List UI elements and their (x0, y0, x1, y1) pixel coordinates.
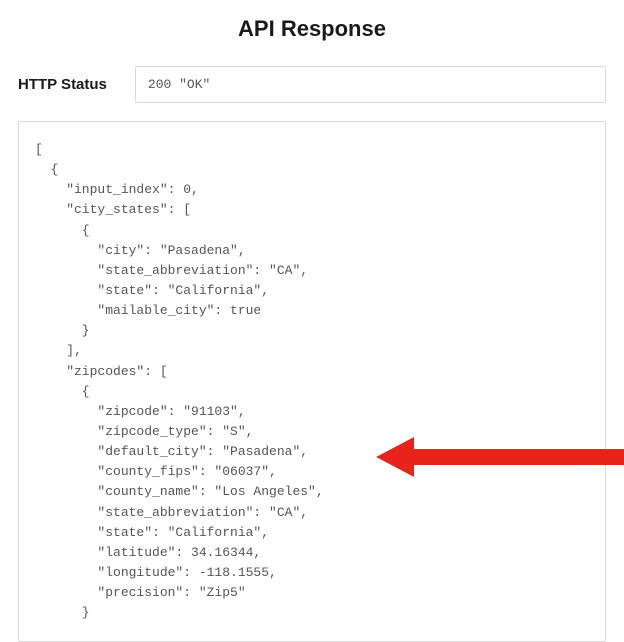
page-title: API Response (18, 16, 606, 42)
http-status-label: HTTP Status (18, 76, 107, 93)
http-status-input[interactable] (135, 66, 606, 103)
response-body: [ { "input_index": 0, "city_states": [ {… (18, 121, 606, 642)
http-status-row: HTTP Status (18, 66, 606, 103)
